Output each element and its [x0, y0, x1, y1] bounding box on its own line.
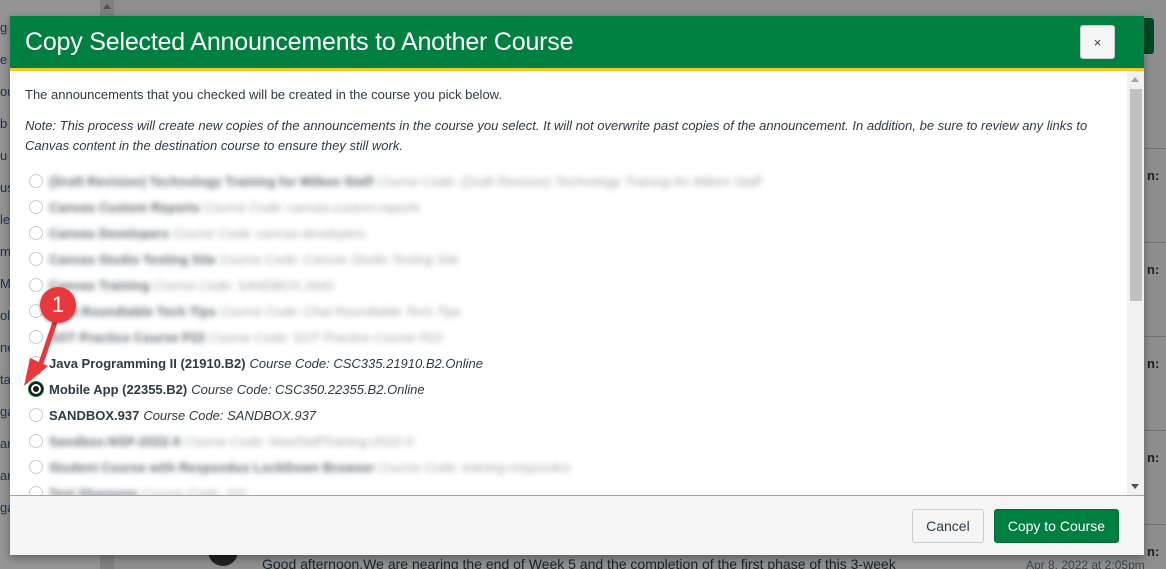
- scrollbar-thumb[interactable]: [1130, 89, 1142, 301]
- course-option[interactable]: Student Course with Respondus LockDown B…: [25, 454, 1114, 480]
- course-code: Course Code: SOT Practice Course P22: [209, 329, 443, 345]
- course-option[interactable]: Canvas Training Course Code: SANDBOX.1643: [25, 272, 1114, 298]
- course-radio[interactable]: [29, 460, 43, 474]
- course-radio[interactable]: [29, 252, 43, 266]
- dialog-body: The announcements that you checked will …: [10, 71, 1144, 496]
- course-option[interactable]: SOT Practice Course P22 Course Code: SOT …: [25, 324, 1114, 350]
- course-option[interactable]: Canvas Developers Course Code: canvas-dev…: [25, 220, 1114, 246]
- course-name: Mobile App (22355.B2): [49, 381, 188, 397]
- scroll-up-icon[interactable]: [1131, 77, 1139, 82]
- course-option[interactable]: Canvas Custom Reports Course Code: canvas…: [25, 194, 1114, 220]
- dialog-footer: Cancel Copy to Course: [10, 496, 1144, 555]
- course-option[interactable]: Sandbox-NSP-2022-X Course Code: NewStaffT…: [25, 428, 1114, 454]
- course-radio[interactable]: [29, 174, 43, 188]
- course-name: SOT Practice Course P22: [49, 329, 206, 345]
- course-name: Java Programming II (21910.B2): [49, 355, 246, 371]
- annotation-step-badge: 1: [40, 287, 76, 323]
- course-radio[interactable]: [29, 356, 43, 370]
- course-radio[interactable]: [29, 330, 43, 344]
- course-code: Course Code: SANDBOX.937: [143, 407, 317, 423]
- course-code: Course Code: CSC350.22355.B2.Online: [191, 381, 425, 397]
- course-name: SANDBOX.937: [49, 407, 140, 423]
- course-option[interactable]: SANDBOX.937 Course Code: SANDBOX.937: [25, 402, 1114, 428]
- course-code: Course Code: canvas-custom-reports: [203, 199, 421, 215]
- course-code: Course Code: 101: [141, 485, 248, 496]
- course-radio[interactable]: [29, 434, 43, 448]
- course-option[interactable]: Canvas Studio Testing Site Course Code: C…: [25, 246, 1114, 272]
- course-option[interactable]: Mobile App (22355.B2) Course Code: CSC350…: [25, 376, 1114, 402]
- course-radio[interactable]: [29, 278, 43, 292]
- close-icon: ×: [1093, 34, 1102, 50]
- course-radio[interactable]: [29, 226, 43, 240]
- course-name: (Draft Revision) Technology Training for…: [49, 173, 374, 189]
- course-code: Course Code: training-respondus: [378, 459, 571, 475]
- course-radio[interactable]: [29, 382, 43, 396]
- course-radio[interactable]: [29, 486, 43, 495]
- course-name: Canvas Custom Reports: [49, 199, 200, 215]
- course-code: Course Code: Chat Roundtable Tech Tips: [220, 303, 461, 319]
- copy-to-course-button[interactable]: Copy to Course: [993, 508, 1119, 543]
- copy-announcements-dialog: Copy Selected Announcements to Another C…: [10, 16, 1144, 555]
- course-option[interactable]: Test Sharpens Course Code: 101: [25, 480, 1114, 496]
- intro-text: The announcements that you checked will …: [25, 87, 502, 102]
- course-code: Course Code: NewStaffTraining-2022-X: [185, 433, 415, 449]
- course-code: Course Code: SANDBOX.1643: [153, 277, 334, 293]
- course-code: Course Code: (Draft Revision) Technology…: [377, 173, 761, 189]
- course-code: Course Code: canvas-developers: [172, 225, 366, 241]
- note-text: Note: This process will create new copie…: [25, 118, 1088, 153]
- course-option[interactable]: (Draft Revision) Technology Training for…: [25, 168, 1114, 194]
- dialog-title: Copy Selected Announcements to Another C…: [25, 27, 574, 56]
- course-code: Course Code: Canvas Studio Testing Site: [219, 251, 460, 267]
- course-option[interactable]: Chat Roundtable Tech Tips Course Code: Ch…: [25, 298, 1114, 324]
- course-name: Sandbox-NSP-2022-X: [49, 433, 182, 449]
- close-button[interactable]: ×: [1080, 25, 1115, 59]
- course-list: (Draft Revision) Technology Training for…: [25, 168, 1114, 496]
- course-code: Course Code: CSC335.21910.B2.Online: [249, 355, 483, 371]
- course-name: Test Sharpens: [49, 485, 138, 496]
- scroll-down-icon[interactable]: [1131, 484, 1139, 489]
- course-radio[interactable]: [29, 408, 43, 422]
- dialog-scrollbar[interactable]: [1127, 71, 1144, 495]
- cancel-button[interactable]: Cancel: [912, 508, 984, 543]
- course-radio[interactable]: [29, 200, 43, 214]
- course-name: Canvas Developers: [49, 225, 169, 241]
- course-name: Student Course with Respondus LockDown B…: [49, 459, 375, 475]
- dialog-header: Copy Selected Announcements to Another C…: [10, 16, 1144, 71]
- course-name: Canvas Studio Testing Site: [49, 251, 216, 267]
- course-option[interactable]: Java Programming II (21910.B2) Course Cod…: [25, 350, 1114, 376]
